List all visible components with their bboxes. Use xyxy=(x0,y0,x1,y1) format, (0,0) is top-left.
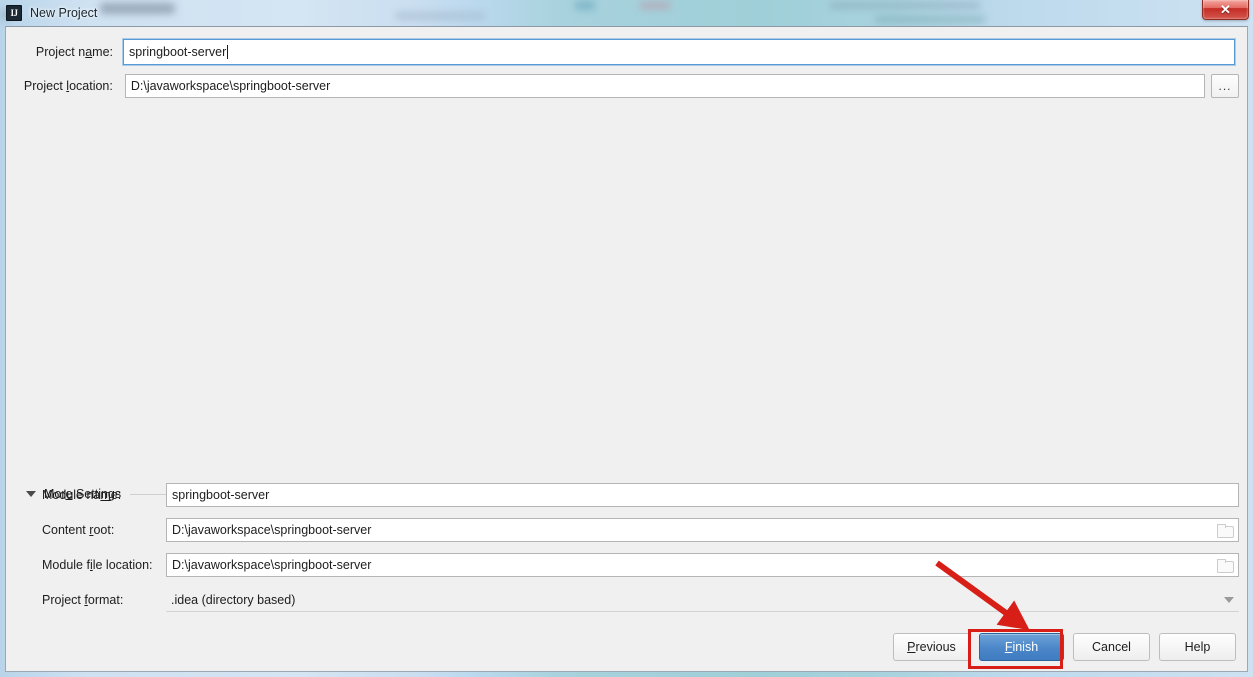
module-name-input[interactable]: springboot-server xyxy=(166,483,1239,507)
module-name-label: Module name: xyxy=(42,488,122,502)
project-location-row: Project location: D:\javaworkspace\sprin… xyxy=(17,74,1239,98)
module-file-location-row: Module file location: D:\javaworkspace\s… xyxy=(42,553,1239,577)
module-file-location-value: D:\javaworkspace\springboot-server xyxy=(172,558,372,572)
module-file-location-input[interactable]: D:\javaworkspace\springboot-server xyxy=(166,553,1239,577)
project-location-value: D:\javaworkspace\springboot-server xyxy=(130,79,331,93)
finish-button-label: Finish xyxy=(1004,640,1039,654)
module-name-value: springboot-server xyxy=(172,488,270,502)
folder-icon[interactable] xyxy=(1217,558,1234,573)
text-caret xyxy=(227,45,229,59)
new-project-dialog: IJ New Project ✕ Project name: springboo… xyxy=(0,0,1253,677)
project-format-value: .idea (directory based) xyxy=(171,592,296,607)
ellipsis-icon: ... xyxy=(1218,79,1232,93)
project-format-combobox[interactable]: .idea (directory based) xyxy=(166,588,1239,612)
cancel-button[interactable]: Cancel xyxy=(1073,633,1150,661)
project-name-value: springboot-server xyxy=(129,45,227,59)
dialog-title: New Project xyxy=(30,6,98,20)
project-location-input[interactable]: D:\javaworkspace\springboot-server xyxy=(124,74,1206,98)
module-file-location-label: Module file location: xyxy=(42,558,153,572)
content-root-label: Content root: xyxy=(42,523,115,537)
module-name-row: Module name: springboot-server xyxy=(42,483,1239,507)
help-button[interactable]: Help xyxy=(1159,633,1236,661)
finish-button[interactable]: Finish xyxy=(979,633,1064,661)
previous-button[interactable]: Previous xyxy=(893,633,970,661)
dialog-content: Project name: springboot-server Project … xyxy=(5,26,1248,672)
browse-location-button[interactable]: ... xyxy=(1211,74,1239,98)
close-button[interactable]: ✕ xyxy=(1202,0,1249,20)
content-root-value: D:\javaworkspace\springboot-server xyxy=(172,523,372,537)
content-root-row: Content root: D:\javaworkspace\springboo… xyxy=(42,518,1239,542)
intellij-idea-icon: IJ xyxy=(6,5,22,21)
project-name-input[interactable]: springboot-server xyxy=(123,39,1235,65)
chevron-down-icon[interactable] xyxy=(26,491,36,497)
project-format-label: Project format: xyxy=(42,593,124,607)
help-button-label: Help xyxy=(1184,640,1211,654)
project-location-label: Project location: xyxy=(23,79,113,93)
dialog-footer: Previous Finish Cancel Help xyxy=(6,625,1249,671)
project-name-label: Project name: xyxy=(35,45,113,59)
previous-button-label: Previous xyxy=(907,640,956,654)
folder-icon[interactable] xyxy=(1217,523,1234,538)
cancel-button-label: Cancel xyxy=(1092,640,1131,654)
project-name-row: Project name: springboot-server xyxy=(17,39,1239,65)
content-root-input[interactable]: D:\javaworkspace\springboot-server xyxy=(166,518,1239,542)
close-icon: ✕ xyxy=(1220,2,1231,17)
chevron-down-icon[interactable] xyxy=(1224,596,1234,603)
dialog-titlebar: IJ New Project ✕ xyxy=(0,0,1253,26)
project-format-row: Project format: .idea (directory based) xyxy=(42,588,1239,612)
